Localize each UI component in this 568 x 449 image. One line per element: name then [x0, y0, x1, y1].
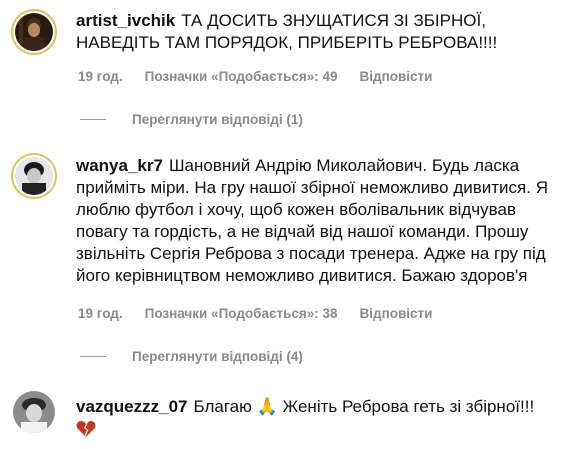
comment-text: artist_ivchik ТА ДОСИТЬ ЗНУЩАТИСЯ ЗІ ЗБІР…	[76, 10, 560, 54]
comment-time[interactable]: 19 год.	[78, 69, 123, 84]
comment-time[interactable]: 19 год.	[78, 306, 123, 321]
likes-count[interactable]: Позначки «Подобається»: 49	[145, 69, 338, 84]
avatar[interactable]	[11, 9, 57, 55]
reply-button[interactable]: Відповісти	[360, 306, 433, 321]
reply-button[interactable]: Відповісти	[360, 69, 433, 84]
comment-username[interactable]: vazquezzz_07	[76, 397, 188, 416]
comment-text: vazquezzz_07 Благаю 🙏 Женіть Реброва геть…	[76, 396, 560, 418]
broken-heart-icon	[76, 420, 96, 443]
avatar-wanya-icon	[15, 157, 53, 195]
view-replies-button[interactable]: Переглянути відповіді (1)	[80, 112, 303, 127]
divider-line	[80, 119, 106, 120]
comment-body: Благаю 🙏 Женіть Реброва геть зі збірної!…	[193, 397, 535, 416]
avatar[interactable]	[11, 153, 57, 199]
view-replies-label: Переглянути відповіді (1)	[132, 112, 303, 127]
divider-line	[80, 356, 106, 357]
comment-username[interactable]: wanya_kr7	[76, 156, 163, 175]
avatar-artist-icon	[15, 13, 53, 51]
avatar[interactable]	[13, 391, 55, 433]
view-replies-button[interactable]: Переглянути відповіді (4)	[80, 349, 303, 364]
comment-meta: 19 год. Позначки «Подобається»: 49 Відпові…	[78, 69, 454, 84]
comment-username[interactable]: artist_ivchik	[76, 11, 175, 30]
likes-count[interactable]: Позначки «Подобається»: 38	[145, 306, 338, 321]
view-replies-label: Переглянути відповіді (4)	[132, 349, 303, 364]
comment-body: Шановний Андрію Миколайович. Будь ласка …	[76, 156, 548, 285]
comment-text: wanya_kr7 Шановний Андрію Миколайович. Бу…	[76, 155, 560, 287]
comment-meta: 19 год. Позначки «Подобається»: 38 Відпові…	[78, 306, 454, 321]
avatar-vazquez-icon	[13, 391, 55, 433]
